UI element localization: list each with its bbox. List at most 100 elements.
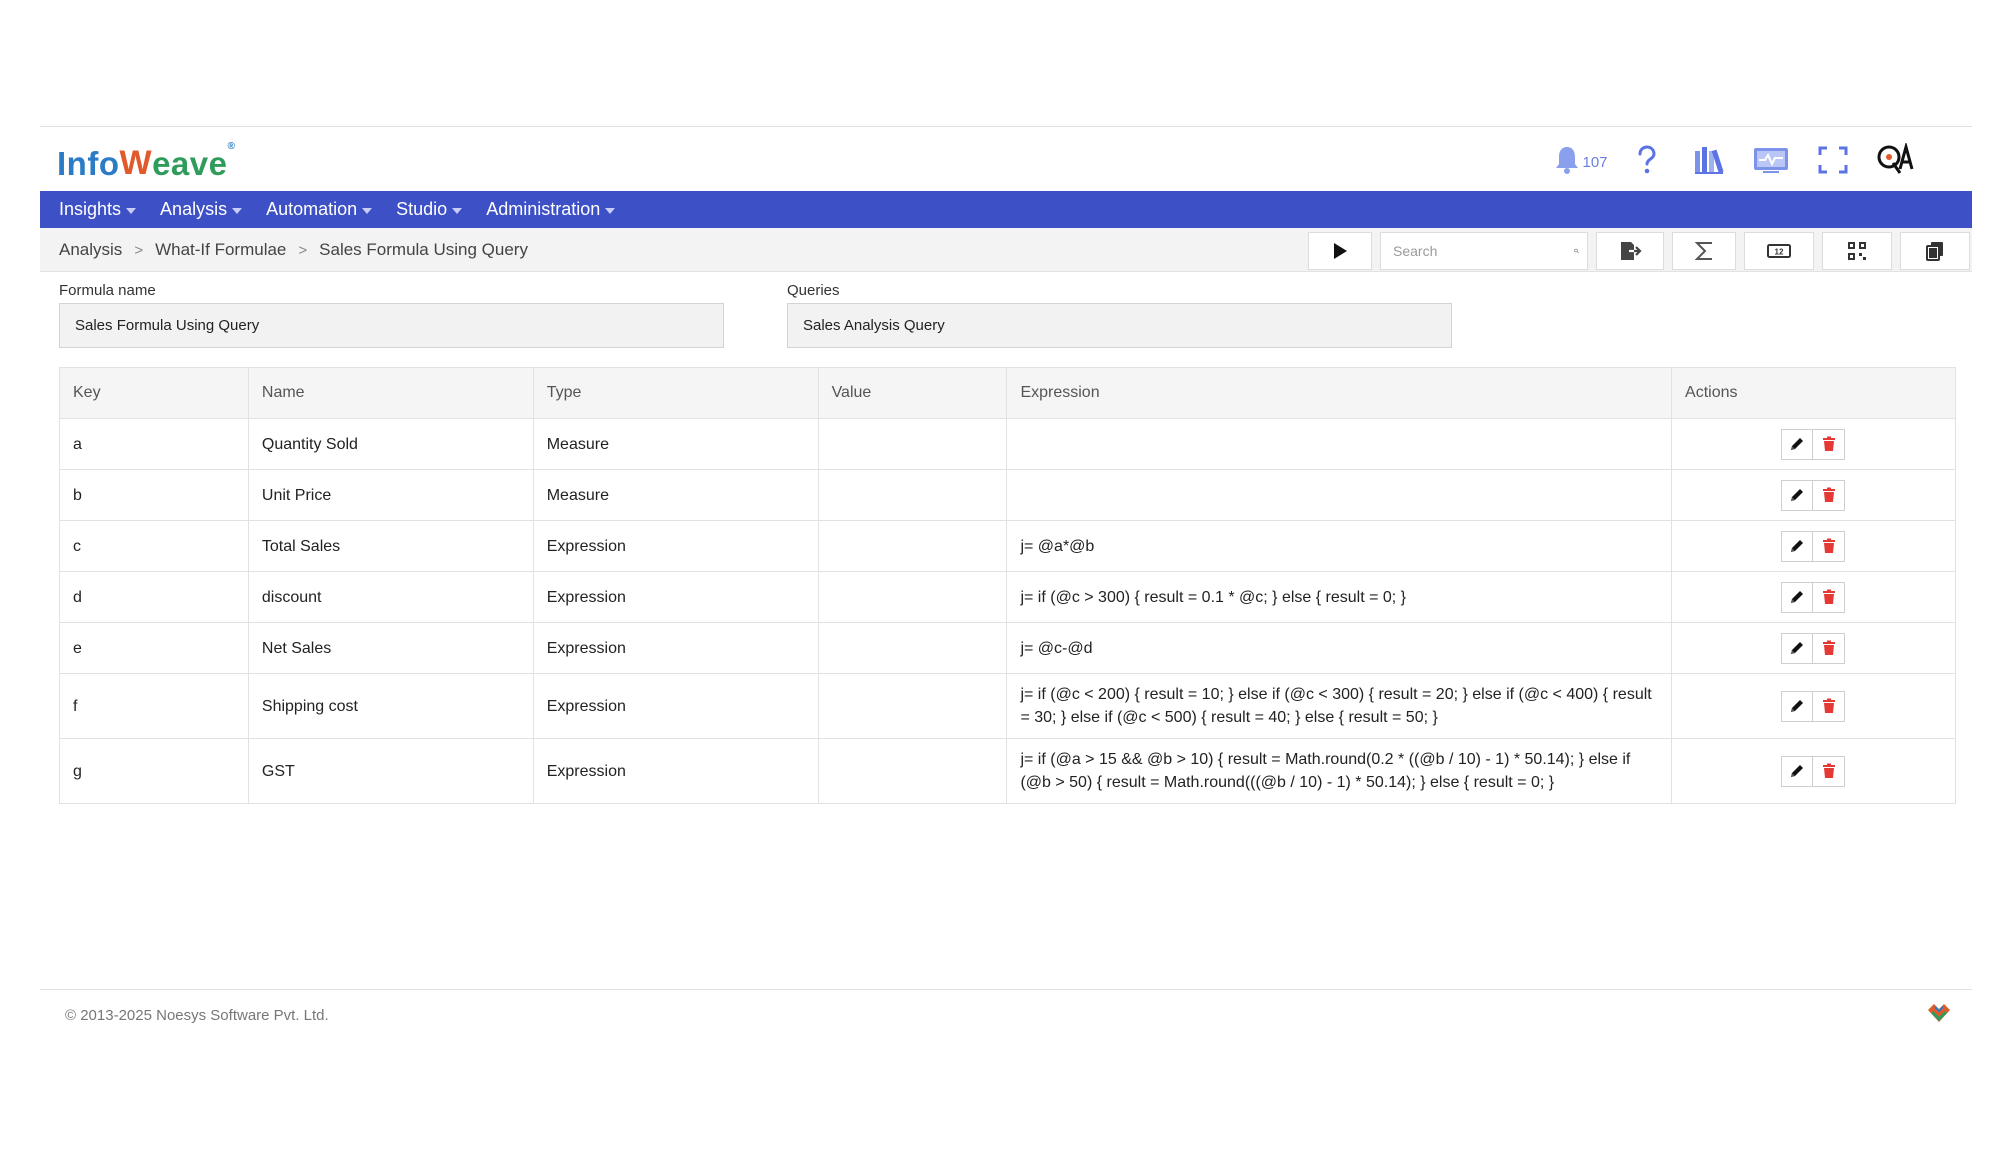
table-row: c Total Sales Expression j= @a*@b <box>59 520 1956 572</box>
edit-button[interactable] <box>1781 428 1814 460</box>
header-value: Value <box>817 367 1008 419</box>
table-row: e Net Sales Expression j= @c-@d <box>59 622 1956 674</box>
edit-pencil-icon <box>1791 765 1804 777</box>
infoveave-logo[interactable]: Info W eave ® <box>57 137 235 183</box>
export-icon <box>1621 242 1642 260</box>
cell-key: g <box>59 738 249 804</box>
edit-pencil-icon <box>1791 591 1804 603</box>
app-frame: Info W eave ® 107 Insights Analysis Auto… <box>40 126 1972 1024</box>
logo-registered-mark: ® <box>227 141 236 152</box>
cell-type: Measure <box>532 418 819 470</box>
edit-pencil-icon <box>1791 540 1804 552</box>
nav-automation[interactable]: Automation <box>266 199 373 220</box>
qa-search-button[interactable] <box>1864 141 1926 179</box>
cell-expression: j= if (@a > 15 && @b > 10) { result = Ma… <box>1006 738 1673 804</box>
run-icon <box>1334 243 1347 259</box>
breadcrumb-what-if-formulae[interactable]: What-If Formulae <box>155 240 286 260</box>
cell-actions <box>1671 418 1956 470</box>
cell-actions <box>1671 571 1956 623</box>
help-button[interactable] <box>1616 141 1678 179</box>
breadcrumb: Analysis > What-If Formulae > Sales Form… <box>59 240 528 260</box>
library-button[interactable] <box>1678 141 1740 179</box>
cell-expression: j= if (@c < 200) { result = 10; } else i… <box>1006 673 1673 739</box>
cell-type: Expression <box>532 622 819 674</box>
cell-name: GST <box>247 738 534 804</box>
breadcrumb-current: Sales Formula Using Query <box>319 240 528 259</box>
edit-button[interactable] <box>1781 690 1814 722</box>
breadcrumb-analysis[interactable]: Analysis <box>59 240 122 260</box>
nav-administration[interactable]: Administration <box>486 199 616 220</box>
cell-value <box>817 418 1008 470</box>
formula-name-field[interactable]: Sales Formula Using Query <box>59 303 724 348</box>
header-actions: Actions <box>1671 367 1956 419</box>
row-actions <box>1781 530 1942 562</box>
cell-value <box>817 571 1008 623</box>
edit-button[interactable] <box>1781 755 1814 787</box>
logo-text-w: W <box>119 144 153 182</box>
delete-button[interactable] <box>1813 690 1846 722</box>
edit-button[interactable] <box>1781 632 1814 664</box>
export-button[interactable] <box>1596 232 1664 270</box>
header-type: Type <box>532 367 819 419</box>
copy-button[interactable] <box>1900 232 1970 270</box>
cell-expression <box>1006 418 1673 470</box>
delete-button[interactable] <box>1813 581 1846 613</box>
number-format-button[interactable]: 12 <box>1744 232 1814 270</box>
monitor-icon <box>1754 148 1788 173</box>
delete-button[interactable] <box>1813 479 1846 511</box>
cell-type: Expression <box>532 520 819 572</box>
qa-search-icon <box>1877 143 1914 174</box>
delete-button[interactable] <box>1813 632 1846 664</box>
notifications-count: 107 <box>1582 153 1608 171</box>
delete-trash-icon <box>1822 698 1835 713</box>
cell-name: discount <box>247 571 534 623</box>
nav-studio[interactable]: Studio <box>396 199 463 220</box>
delete-button[interactable] <box>1813 530 1846 562</box>
edit-button[interactable] <box>1781 530 1814 562</box>
header-expression: Expression <box>1006 367 1673 419</box>
cell-key: a <box>59 418 249 470</box>
breadcrumb-separator: > <box>298 241 308 259</box>
grid-layout-button[interactable] <box>1822 232 1892 270</box>
table-body: a Quantity Sold Measure b Unit Price Measure c… <box>59 418 1956 804</box>
delete-button[interactable] <box>1813 755 1846 787</box>
search-icon[interactable] <box>1574 241 1579 261</box>
cell-type: Expression <box>532 571 819 623</box>
sub-toolbar: Analysis > What-If Formulae > Sales Form… <box>40 228 1972 272</box>
cell-name: Unit Price <box>247 469 534 521</box>
cell-value <box>817 469 1008 521</box>
run-button[interactable] <box>1308 232 1372 270</box>
cell-key: e <box>59 622 249 674</box>
cell-name: Net Sales <box>247 622 534 674</box>
nav-insights[interactable]: Insights <box>59 199 137 220</box>
cell-expression <box>1006 469 1673 521</box>
nav-studio-label: Studio <box>396 199 448 219</box>
queries-field[interactable]: Sales Analysis Query <box>787 303 1452 348</box>
nav-analysis[interactable]: Analysis <box>160 199 243 220</box>
cell-name: Shipping cost <box>247 673 534 739</box>
header-icons: 107 <box>1546 141 1926 179</box>
sigma-button[interactable] <box>1672 232 1736 270</box>
qr-icon <box>1848 242 1866 260</box>
delete-button[interactable] <box>1813 428 1846 460</box>
cell-expression: j= @c-@d <box>1006 622 1673 674</box>
row-actions <box>1781 632 1942 664</box>
delete-trash-icon <box>1822 538 1835 553</box>
nav-insights-label: Insights <box>59 199 122 219</box>
cell-key: c <box>59 520 249 572</box>
edit-button[interactable] <box>1781 479 1814 511</box>
infoveave-mark-icon <box>1928 1004 1950 1022</box>
nav-administration-label: Administration <box>486 199 601 219</box>
row-actions <box>1781 755 1942 787</box>
notifications-button[interactable]: 107 <box>1546 141 1616 179</box>
table-row: d discount Expression j= if (@c > 300) { re… <box>59 571 1956 623</box>
edit-button[interactable] <box>1781 581 1814 613</box>
table-row: f Shipping cost Expression j= if (@c < 200)… <box>59 673 1956 739</box>
monitor-button[interactable] <box>1740 141 1802 179</box>
cell-expression: j= if (@c > 300) { result = 0.1 * @c; } … <box>1006 571 1673 623</box>
logo-text-info: Info <box>57 145 120 182</box>
fullscreen-button[interactable] <box>1802 141 1864 179</box>
search-input[interactable] <box>1393 243 1574 259</box>
footer: © 2013-2025 Noesys Software Pvt. Ltd. <box>40 989 1972 1024</box>
nav-analysis-label: Analysis <box>160 199 228 219</box>
